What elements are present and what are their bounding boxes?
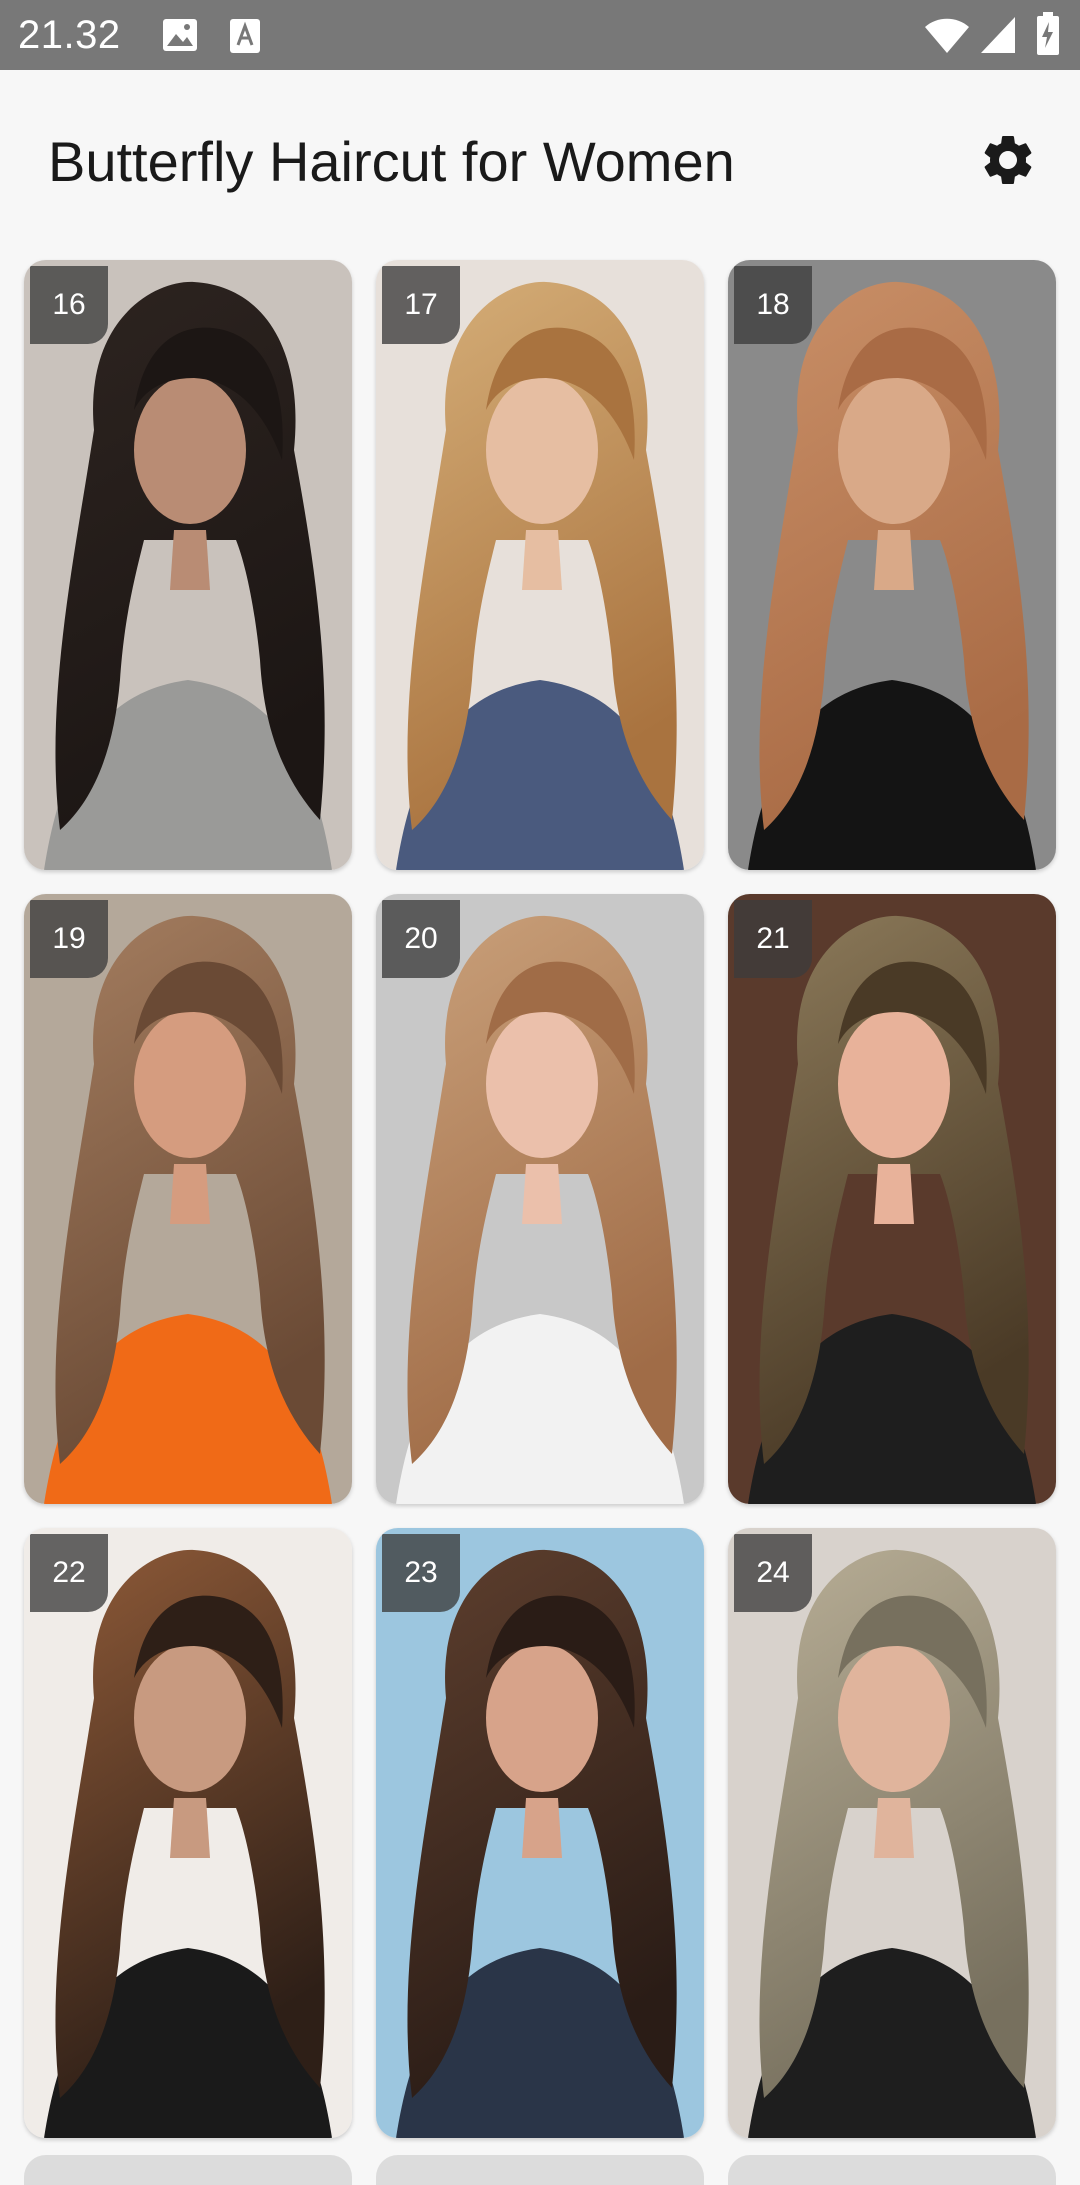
hairstyle-photo — [24, 894, 352, 1504]
next-row-card-peek — [24, 2155, 352, 2185]
item-number-badge: 18 — [734, 266, 812, 344]
hairstyle-card[interactable]: 16 — [24, 260, 352, 870]
hairstyle-photo — [24, 1528, 352, 2138]
hairstyle-card[interactable]: 21 — [728, 894, 1056, 1504]
photo-grid: 16 17 18 19 20 21 22 23 24 — [0, 0, 1080, 2162]
hairstyle-photo — [376, 894, 704, 1504]
item-number-badge: 24 — [734, 1534, 812, 1612]
item-number-badge: 19 — [30, 900, 108, 978]
hairstyle-card[interactable]: 24 — [728, 1528, 1056, 2138]
item-number-badge: 22 — [30, 1534, 108, 1612]
item-number-badge: 23 — [382, 1534, 460, 1612]
hairstyle-card[interactable]: 20 — [376, 894, 704, 1504]
hairstyle-card[interactable]: 18 — [728, 260, 1056, 870]
item-number-badge: 16 — [30, 266, 108, 344]
hairstyle-card[interactable]: 23 — [376, 1528, 704, 2138]
item-number-badge: 21 — [734, 900, 812, 978]
hairstyle-photo — [728, 260, 1056, 870]
hairstyle-card[interactable]: 22 — [24, 1528, 352, 2138]
hairstyle-card[interactable]: 19 — [24, 894, 352, 1504]
hairstyle-photo — [376, 260, 704, 870]
hairstyle-photo — [24, 260, 352, 870]
item-number-badge: 20 — [382, 900, 460, 978]
hairstyle-photo — [728, 894, 1056, 1504]
next-row-card-peek — [728, 2155, 1056, 2185]
hairstyle-photo — [728, 1528, 1056, 2138]
hairstyle-card[interactable]: 17 — [376, 260, 704, 870]
hairstyle-photo — [376, 1528, 704, 2138]
item-number-badge: 17 — [382, 266, 460, 344]
next-row-card-peek — [376, 2155, 704, 2185]
